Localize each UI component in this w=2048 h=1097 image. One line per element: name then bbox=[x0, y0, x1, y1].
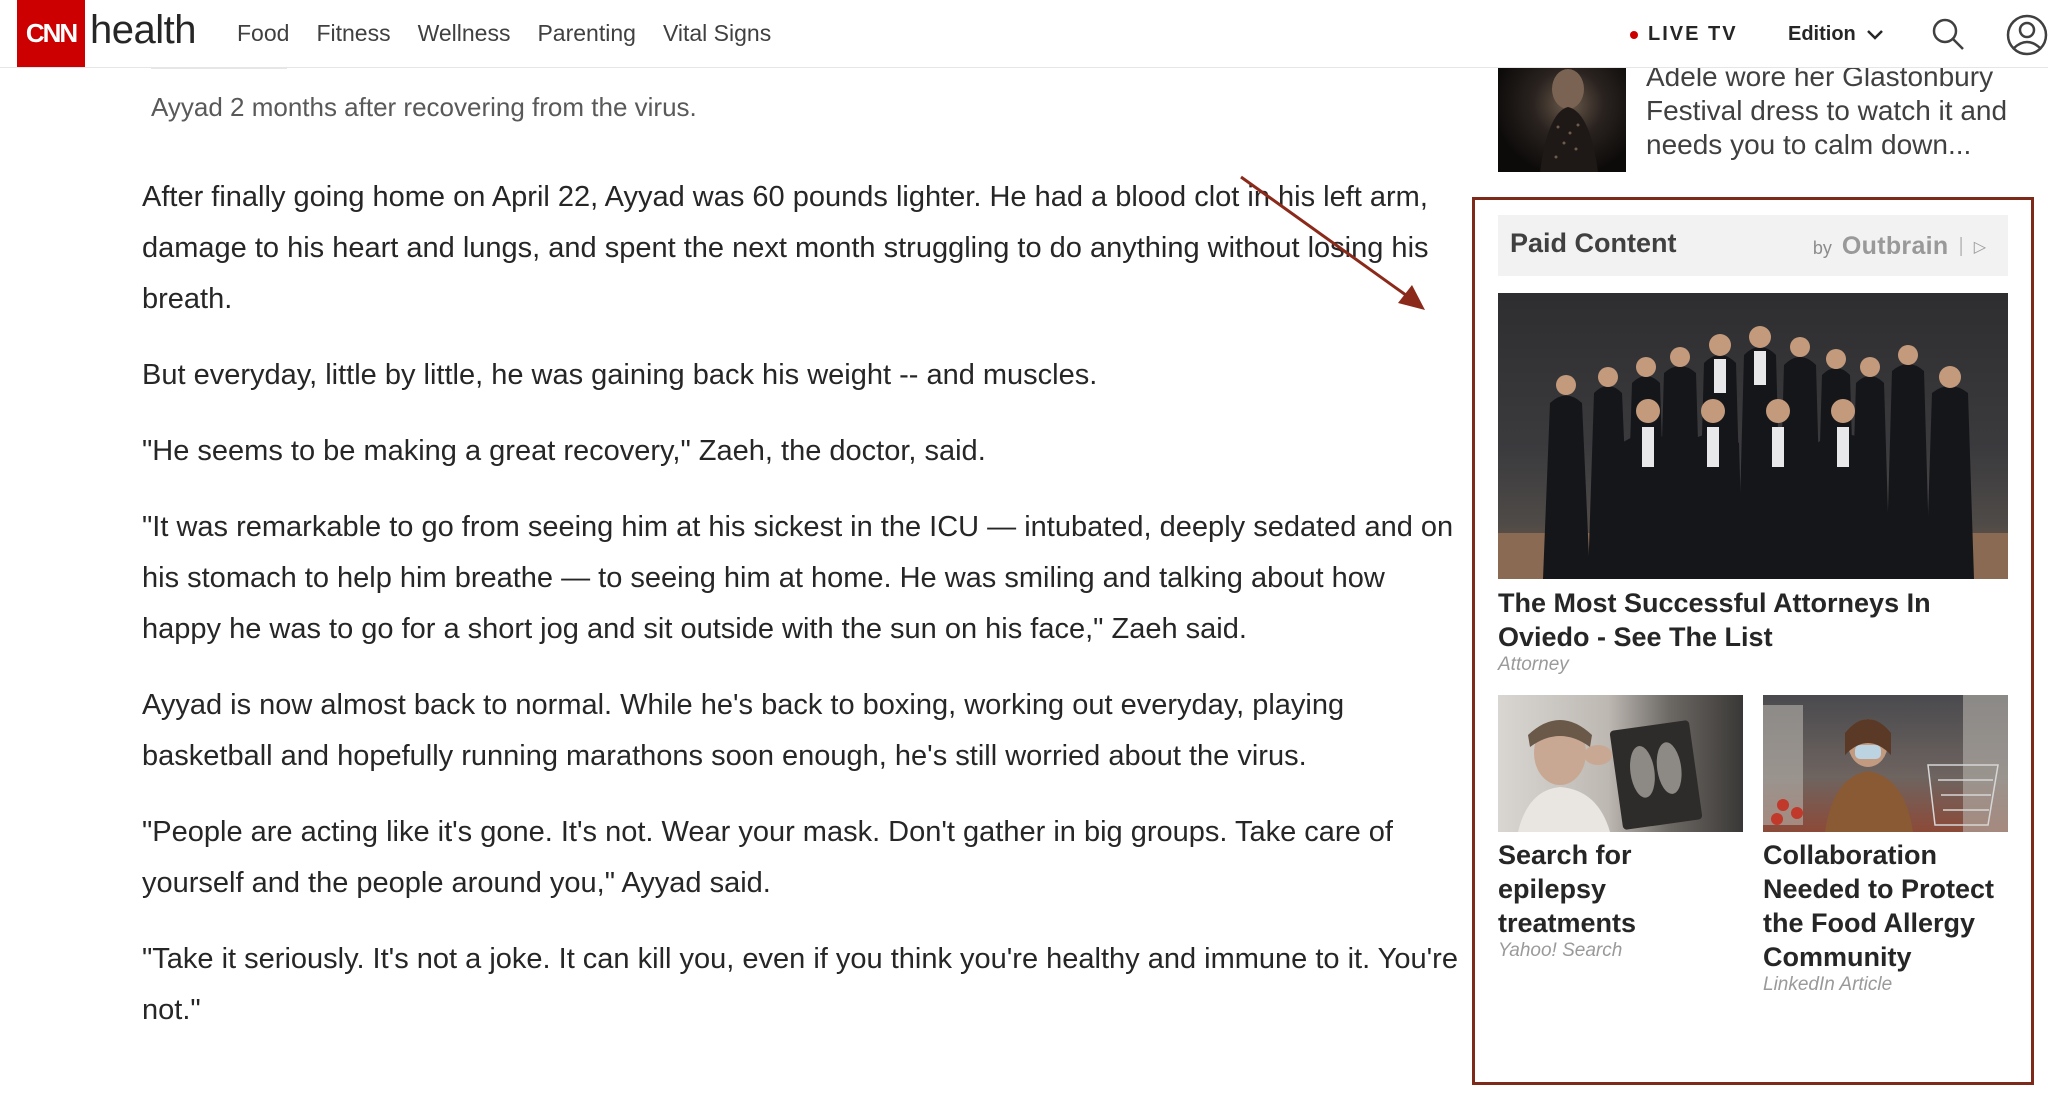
attorneys-group-photo bbox=[1498, 326, 2008, 579]
live-tv-label: LIVE TV bbox=[1648, 23, 1738, 45]
ad-title-food-allergy[interactable]: Collaboration Needed to Protect the Food… bbox=[1763, 838, 2008, 974]
live-indicator-dot bbox=[1630, 30, 1638, 39]
live-tv-link[interactable]: LIVE TV bbox=[1630, 23, 1738, 46]
nav-item-food[interactable]: Food bbox=[237, 20, 289, 47]
ad-title-attorneys[interactable]: The Most Successful Attorneys In Oviedo … bbox=[1498, 586, 2008, 654]
outbrain-attribution[interactable]: by Outbrain | ▷ bbox=[1813, 232, 1986, 261]
account-icon[interactable] bbox=[2006, 14, 2048, 56]
ad-title-epilepsy[interactable]: Search for epilepsy treatments bbox=[1498, 838, 1743, 940]
article-paragraph: "He seems to be making a great recovery,… bbox=[142, 435, 986, 467]
food-allergy-photo bbox=[1763, 695, 2008, 832]
article-paragraph: Ayyad is now almost back to normal. Whil… bbox=[142, 689, 1345, 772]
main-nav: Food Fitness Wellness Parenting Vital Si… bbox=[237, 20, 771, 47]
site-header: CNN health Food Fitness Wellness Parenti… bbox=[0, 0, 2048, 68]
annotation-arrow-icon bbox=[1240, 175, 1425, 310]
article-paragraph: "People are acting like it's gone. It's … bbox=[142, 816, 1393, 899]
ad-source-attorneys: Attorney bbox=[1498, 654, 1569, 675]
chevron-down-icon bbox=[1866, 29, 1883, 40]
epilepsy-photo bbox=[1518, 720, 1703, 832]
nav-item-vital-signs[interactable]: Vital Signs bbox=[663, 20, 771, 47]
nav-item-fitness[interactable]: Fitness bbox=[316, 20, 390, 47]
nav-item-wellness[interactable]: Wellness bbox=[418, 20, 511, 47]
health-section-logo[interactable]: health bbox=[90, 8, 196, 53]
ad-source-epilepsy: Yahoo! Search bbox=[1498, 940, 1623, 961]
article-paragraph: "It was remarkable to go from seeing him… bbox=[142, 511, 1454, 645]
ad-choices-icon[interactable]: ▷ bbox=[1974, 237, 1986, 257]
teaser-thumbnail[interactable] bbox=[1498, 67, 1626, 172]
paid-content-title: Paid Content bbox=[1510, 228, 1677, 258]
article-paragraph: But everyday, little by little, he was g… bbox=[142, 359, 1098, 391]
by-label: by bbox=[1812, 238, 1832, 258]
ad-image-attorneys[interactable] bbox=[1498, 293, 2008, 579]
search-icon[interactable] bbox=[1931, 17, 1965, 51]
image-caption: Ayyad 2 months after recovering from the… bbox=[151, 92, 697, 122]
paid-content-header: Paid Content by Outbrain | ▷ bbox=[1498, 215, 2008, 276]
edition-dropdown[interactable]: Edition bbox=[1788, 23, 1884, 46]
edition-label: Edition bbox=[1788, 23, 1856, 45]
ad-source-food-allergy: LinkedIn Article bbox=[1763, 974, 1893, 995]
article-paragraph: "Take it seriously. It's not a joke. It … bbox=[142, 943, 1458, 1026]
outbrain-logo: Outbrain bbox=[1841, 232, 1949, 260]
teaser-image bbox=[1540, 69, 1598, 172]
ad-image-food-allergy[interactable] bbox=[1763, 695, 2008, 832]
cnn-logo[interactable]: CNN bbox=[17, 0, 85, 67]
teaser-headline[interactable]: Adele wore her Glastonbury Festival dres… bbox=[1646, 60, 2026, 162]
separator: | bbox=[1958, 235, 1964, 257]
ad-image-epilepsy[interactable] bbox=[1498, 695, 1743, 832]
nav-item-parenting[interactable]: Parenting bbox=[537, 20, 635, 47]
